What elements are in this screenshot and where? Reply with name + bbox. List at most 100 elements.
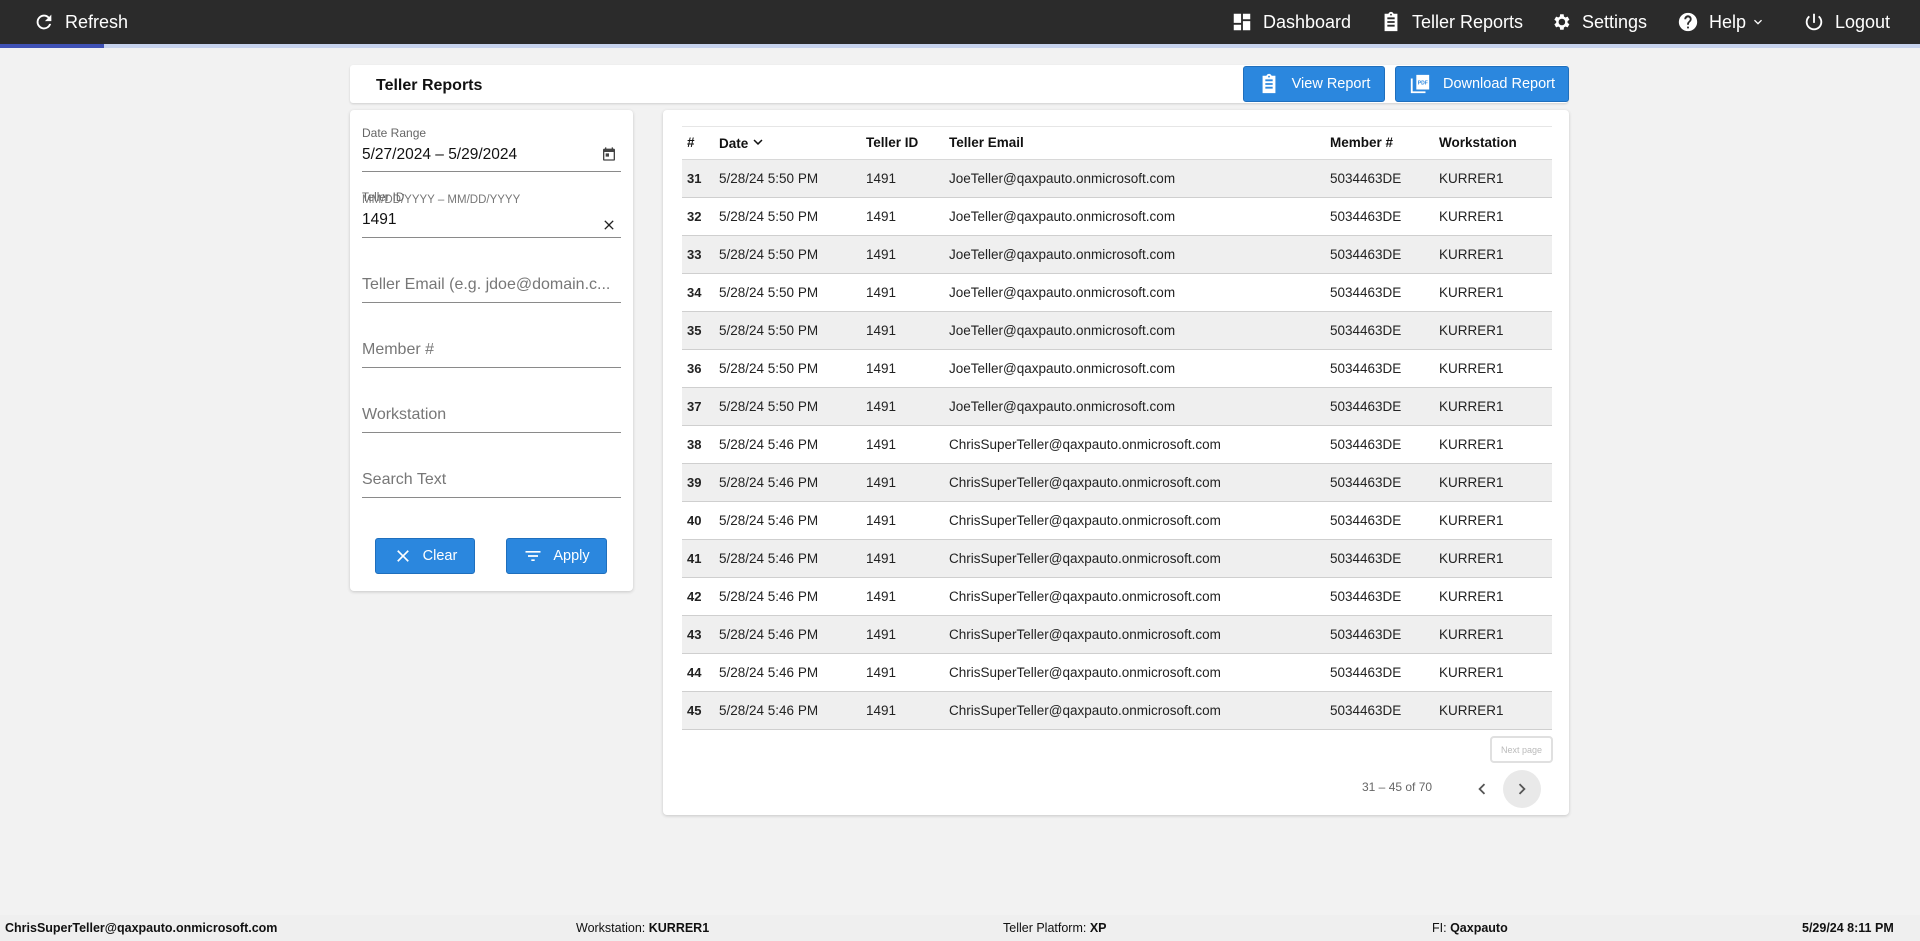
- cell-teller-email: ChrisSuperTeller@qaxpauto.onmicrosoft.co…: [949, 437, 1221, 452]
- status-bar: ChrisSuperTeller@qaxpauto.onmicrosoft.co…: [0, 915, 1920, 941]
- column-header-member-number[interactable]: Member #: [1330, 135, 1393, 150]
- table-row[interactable]: 34 5/28/24 5:50 PM 1491 JoeTeller@qaxpauto.…: [682, 274, 1552, 312]
- cell-workstation: KURRER1: [1439, 437, 1504, 452]
- cell-member-number: 5034463DE: [1330, 399, 1402, 414]
- next-page-tooltip: Next page: [1490, 736, 1553, 763]
- nav-dashboard[interactable]: Dashboard: [1231, 0, 1351, 44]
- sort-descending-icon: [753, 139, 763, 145]
- download-report-label: Download Report: [1442, 76, 1556, 92]
- nav-help[interactable]: Help: [1677, 0, 1766, 44]
- cell-number: 34: [687, 285, 702, 300]
- nav-logout[interactable]: Logout: [1803, 0, 1890, 44]
- cell-number: 32: [687, 209, 702, 224]
- calendar-icon[interactable]: [601, 146, 617, 162]
- close-icon[interactable]: [601, 217, 617, 233]
- member-number-underline: [362, 367, 621, 368]
- table-row[interactable]: 44 5/28/24 5:46 PM 1491 ChrisSuperTeller@qa…: [682, 654, 1552, 692]
- cell-workstation: KURRER1: [1439, 703, 1504, 718]
- footer-user-email: ChrisSuperTeller@qaxpauto.onmicrosoft.co…: [5, 921, 278, 935]
- teller-id-field[interactable]: Teller ID 1491: [362, 192, 621, 248]
- filter-icon: [525, 551, 541, 561]
- loading-progress-bar: [0, 44, 1920, 48]
- cell-member-number: 5034463DE: [1330, 513, 1402, 528]
- table-row[interactable]: 36 5/28/24 5:50 PM 1491 JoeTeller@qaxpauto.…: [682, 350, 1552, 388]
- cell-teller-id: 1491: [866, 361, 897, 376]
- pdf-icon: PDF: [1410, 74, 1430, 94]
- column-header-number[interactable]: #: [687, 135, 695, 150]
- column-header-workstation[interactable]: Workstation: [1439, 135, 1517, 150]
- date-range-value[interactable]: 5/27/2024 – 5/29/2024: [362, 146, 621, 164]
- cell-date: 5/28/24 5:50 PM: [719, 171, 819, 186]
- refresh-button[interactable]: Refresh: [33, 0, 128, 44]
- view-report-button[interactable]: View Report: [1243, 66, 1385, 102]
- cell-member-number: 5034463DE: [1330, 627, 1402, 642]
- clear-button[interactable]: Clear: [375, 538, 475, 574]
- cell-member-number: 5034463DE: [1330, 285, 1402, 300]
- svg-text:PDF: PDF: [1418, 80, 1428, 86]
- column-header-teller-id[interactable]: Teller ID: [866, 135, 918, 150]
- column-header-date[interactable]: Date: [719, 135, 767, 151]
- footer-workstation-value: KURRER1: [648, 921, 710, 935]
- member-number-field[interactable]: Member #: [362, 341, 621, 381]
- footer-user: ChrisSuperTeller@qaxpauto.onmicrosoft.co…: [5, 921, 277, 935]
- previous-page-button[interactable]: [1463, 770, 1501, 808]
- cell-member-number: 5034463DE: [1330, 171, 1402, 186]
- cell-date: 5/28/24 5:46 PM: [719, 513, 819, 528]
- cell-date: 5/28/24 5:50 PM: [719, 285, 819, 300]
- table-row[interactable]: 39 5/28/24 5:46 PM 1491 ChrisSuperTeller@qa…: [682, 464, 1552, 502]
- cell-teller-email: ChrisSuperTeller@qaxpauto.onmicrosoft.co…: [949, 627, 1221, 642]
- cell-teller-email: ChrisSuperTeller@qaxpauto.onmicrosoft.co…: [949, 665, 1221, 680]
- help-icon: [1678, 12, 1698, 32]
- table-row[interactable]: 38 5/28/24 5:46 PM 1491 ChrisSuperTeller@qa…: [682, 426, 1552, 464]
- table-row[interactable]: 45 5/28/24 5:46 PM 1491 ChrisSuperTeller@qa…: [682, 692, 1552, 730]
- cell-workstation: KURRER1: [1439, 627, 1504, 642]
- column-header-teller-email[interactable]: Teller Email: [949, 135, 1024, 150]
- nav-settings[interactable]: Settings: [1550, 0, 1647, 44]
- cell-teller-id: 1491: [866, 627, 897, 642]
- cell-number: 43: [687, 627, 702, 642]
- dashboard-icon: [1233, 13, 1251, 31]
- teller-id-value[interactable]: 1491: [362, 211, 621, 229]
- search-text-field[interactable]: Search Text: [362, 471, 621, 511]
- cell-teller-email: JoeTeller@qaxpauto.onmicrosoft.com: [949, 399, 1176, 414]
- table-row[interactable]: 33 5/28/24 5:50 PM 1491 JoeTeller@qaxpauto.…: [682, 236, 1552, 274]
- nav-teller-reports[interactable]: Teller Reports: [1380, 0, 1523, 44]
- close-icon: [396, 550, 409, 562]
- table-row[interactable]: 35 5/28/24 5:50 PM 1491 JoeTeller@qaxpauto.…: [682, 312, 1552, 350]
- cell-teller-id: 1491: [866, 703, 897, 718]
- cell-date: 5/28/24 5:46 PM: [719, 437, 819, 452]
- loading-progress-fill: [0, 44, 104, 48]
- cell-teller-id: 1491: [866, 323, 897, 338]
- cell-number: 35: [687, 323, 702, 338]
- page-header-card: Teller Reports: [350, 65, 1568, 103]
- cell-teller-email: ChrisSuperTeller@qaxpauto.onmicrosoft.co…: [949, 513, 1221, 528]
- table-row[interactable]: 37 5/28/24 5:50 PM 1491 JoeTeller@qaxpauto.…: [682, 388, 1552, 426]
- download-report-button[interactable]: PDF Download Report: [1395, 66, 1569, 102]
- refresh-icon: [36, 14, 52, 30]
- cell-member-number: 5034463DE: [1330, 361, 1402, 376]
- table-row[interactable]: 42 5/28/24 5:46 PM 1491 ChrisSuperTeller@qa…: [682, 578, 1552, 616]
- cell-date: 5/28/24 5:46 PM: [719, 665, 819, 680]
- cell-teller-id: 1491: [866, 551, 897, 566]
- cell-number: 31: [687, 171, 702, 186]
- table-row[interactable]: 43 5/28/24 5:46 PM 1491 ChrisSuperTeller@qa…: [682, 616, 1552, 654]
- workstation-field[interactable]: Workstation: [362, 406, 621, 446]
- cell-date: 5/28/24 5:50 PM: [719, 247, 819, 262]
- apply-label: Apply: [553, 548, 590, 564]
- cell-date: 5/28/24 5:46 PM: [719, 589, 819, 604]
- cell-teller-id: 1491: [866, 399, 897, 414]
- nav-logout-label: Logout: [1835, 11, 1891, 32]
- next-page-button[interactable]: [1503, 770, 1541, 808]
- filter-panel: Date Range 5/27/2024 – 5/29/2024 MM/DD/Y…: [350, 110, 633, 591]
- refresh-label: Refresh: [65, 11, 129, 32]
- date-range-field[interactable]: Date Range 5/27/2024 – 5/29/2024 MM/DD/Y…: [362, 126, 621, 206]
- cell-teller-id: 1491: [866, 285, 897, 300]
- table-row[interactable]: 40 5/28/24 5:46 PM 1491 ChrisSuperTeller@qa…: [682, 502, 1552, 540]
- teller-email-field[interactable]: Teller Email (e.g. jdoe@domain.c...: [362, 276, 621, 316]
- apply-button[interactable]: Apply: [506, 538, 607, 574]
- footer-fi: FI: Qaxpauto: [1432, 921, 1508, 935]
- date-range-label: Date Range: [362, 126, 427, 140]
- table-row[interactable]: 32 5/28/24 5:50 PM 1491 JoeTeller@qaxpauto.…: [682, 198, 1552, 236]
- table-row[interactable]: 31 5/28/24 5:50 PM 1491 JoeTeller@qaxpauto.…: [682, 160, 1552, 198]
- table-row[interactable]: 41 5/28/24 5:46 PM 1491 ChrisSuperTeller@qa…: [682, 540, 1552, 578]
